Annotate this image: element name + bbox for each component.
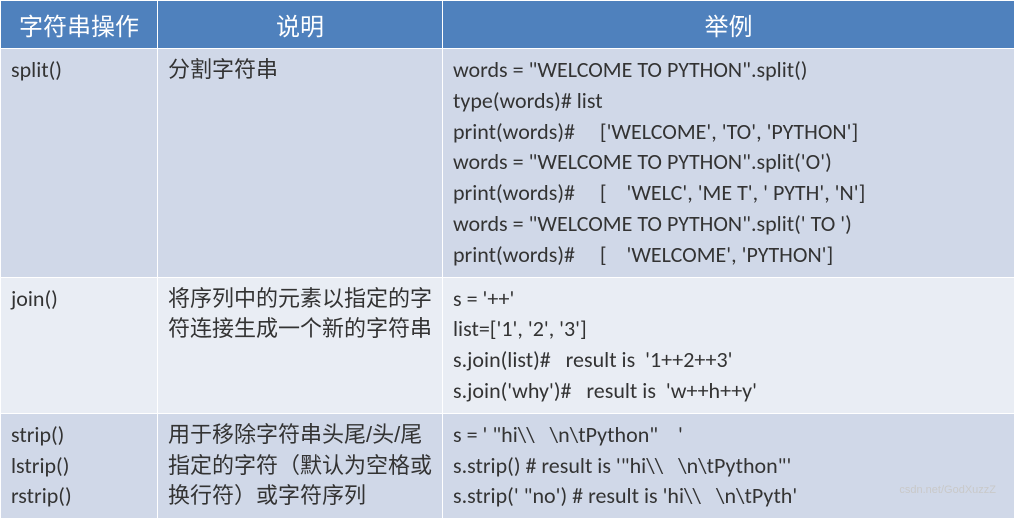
op-cell: split() bbox=[1, 49, 158, 278]
table-row: strip() lstrip() rstrip() 用于移除字符串头尾/头/尾指… bbox=[1, 413, 1014, 518]
desc-cell: 分割字符串 bbox=[158, 49, 443, 278]
op-name: strip() lstrip() rstrip() bbox=[11, 421, 72, 510]
header-description: 说明 bbox=[158, 1, 443, 49]
header-example: 举例 bbox=[443, 1, 1014, 49]
desc-cell: 用于移除字符串头尾/头/尾指定的字符（默认为空格或换行符）或字符序列 bbox=[158, 413, 443, 518]
example-code: s = '++' list=['1', '2', '3'] s.join(lis… bbox=[453, 285, 757, 404]
string-ops-table: 字符串操作 说明 举例 split() 分割字符串 words = "WELCO… bbox=[0, 0, 1014, 519]
op-name: join() bbox=[11, 285, 58, 312]
desc-cell: 将序列中的元素以指定的字符连接生成一个新的字符串 bbox=[158, 277, 443, 413]
op-cell: strip() lstrip() rstrip() bbox=[1, 413, 158, 518]
op-name: split() bbox=[11, 56, 62, 83]
ex-cell: words = "WELCOME TO PYTHON".split() type… bbox=[443, 49, 1014, 278]
table-row: join() 将序列中的元素以指定的字符连接生成一个新的字符串 s = '++'… bbox=[1, 277, 1014, 413]
ex-cell: s = ' "hi\\ \n\tPython" ' s.strip() # re… bbox=[443, 413, 1014, 518]
example-code: s = ' "hi\\ \n\tPython" ' s.strip() # re… bbox=[453, 421, 797, 510]
ex-cell: s = '++' list=['1', '2', '3'] s.join(lis… bbox=[443, 277, 1014, 413]
header-operation: 字符串操作 bbox=[1, 1, 158, 49]
example-code: words = "WELCOME TO PYTHON".split() type… bbox=[453, 56, 865, 268]
op-cell: join() bbox=[1, 277, 158, 413]
table-header-row: 字符串操作 说明 举例 bbox=[1, 1, 1014, 49]
watermark: csdn.net/GodXuzzZ bbox=[899, 484, 996, 496]
table-row: split() 分割字符串 words = "WELCOME TO PYTHON… bbox=[1, 49, 1014, 278]
